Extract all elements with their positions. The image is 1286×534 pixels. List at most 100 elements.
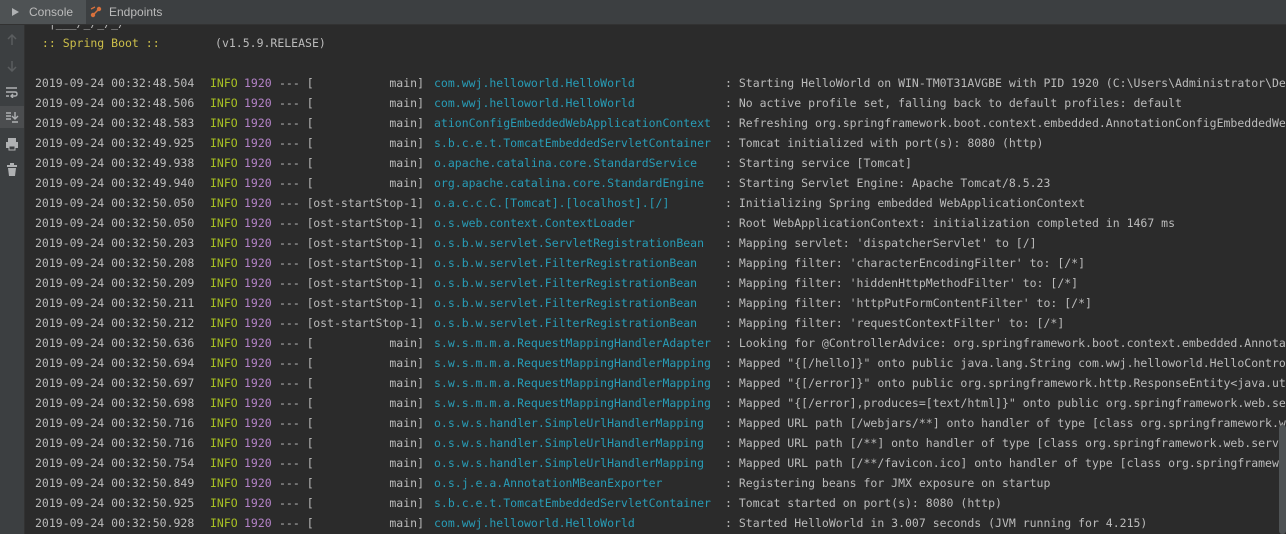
log-logger: o.s.b.w.servlet.FilterRegistrationBean (434, 316, 698, 330)
log-pid: 1920 (244, 456, 272, 470)
log-level: INFO (210, 456, 238, 470)
log-level: INFO (210, 356, 238, 370)
log-thread: ost-startStop-1] (313, 196, 424, 210)
log-level: INFO (210, 496, 238, 510)
log-timestamp: 2019-09-24 00:32:50.716 (35, 416, 195, 430)
log-logger: org.apache.catalina.core.StandardEngine (434, 176, 705, 190)
print-icon[interactable] (0, 133, 24, 155)
log-timestamp: 2019-09-24 00:32:50.716 (35, 436, 195, 450)
log-thread: main] (389, 416, 424, 430)
log-timestamp: 2019-09-24 00:32:50.928 (35, 516, 195, 530)
log-pid: 1920 (244, 136, 272, 150)
log-message: : Mapping filter: 'hiddenHttpMethodFilte… (725, 276, 1079, 290)
log-level: INFO (210, 96, 238, 110)
log-logger: o.s.w.s.handler.SimpleUrlHandlerMapping (434, 456, 705, 470)
tab-endpoints[interactable]: Endpoints (88, 0, 174, 24)
log-pid: 1920 (244, 496, 272, 510)
log-line: 2019-09-24 00:32:50.716 INFO 1920 --- [main… (25, 433, 1286, 453)
log-thread: main] (389, 176, 424, 190)
log-thread: main] (389, 516, 424, 530)
log-level: INFO (210, 256, 238, 270)
log-timestamp: 2019-09-24 00:32:50.754 (35, 456, 195, 470)
log-pid: 1920 (244, 256, 272, 270)
arrow-up-icon[interactable] (0, 29, 24, 51)
log-thread: main] (389, 116, 424, 130)
vertical-scrollbar[interactable] (1279, 425, 1286, 534)
log-line: 2019-09-24 00:32:50.050 INFO 1920 --- [ost-… (25, 193, 1286, 213)
log-timestamp: 2019-09-24 00:32:50.050 (35, 216, 195, 230)
log-line: 2019-09-24 00:32:50.698 INFO 1920 --- [main… (25, 393, 1286, 413)
log-pid: 1920 (244, 296, 272, 310)
log-message: : Root WebApplicationContext: initializa… (725, 216, 1176, 230)
tab-label: Console (29, 5, 74, 19)
log-thread: main] (389, 496, 424, 510)
log-message: : No active profile set, falling back to… (725, 96, 1182, 110)
log-level: INFO (210, 396, 238, 410)
log-message: : Mapped URL path [/**/favicon.ico] onto… (725, 456, 1286, 470)
log-logger: o.s.b.w.servlet.FilterRegistrationBean (434, 256, 698, 270)
log-level: INFO (210, 476, 238, 490)
log-timestamp: 2019-09-24 00:32:50.697 (35, 376, 195, 390)
log-thread: main] (389, 356, 424, 370)
tool-window-tab-bar: Console Endpoints (0, 0, 1286, 25)
log-message: : Registering beans for JMX exposure on … (725, 476, 1051, 490)
log-level: INFO (210, 316, 238, 330)
log-line: 2019-09-24 00:32:50.636 INFO 1920 --- [main… (25, 333, 1286, 353)
spring-boot-label: :: Spring Boot :: (35, 36, 167, 50)
log-timestamp: 2019-09-24 00:32:50.211 (35, 296, 195, 310)
log-thread: ost-startStop-1] (313, 316, 424, 330)
log-logger: o.s.w.s.handler.SimpleUrlHandlerMapping (434, 436, 705, 450)
log-pid: 1920 (244, 156, 272, 170)
log-logger: o.a.c.c.C.[Tomcat].[localhost].[/] (434, 196, 670, 210)
soft-wrap-icon[interactable] (0, 81, 24, 103)
log-message: : Tomcat started on port(s): 8080 (http) (725, 496, 1002, 510)
arrow-down-icon[interactable] (0, 55, 24, 77)
log-message: : Mapped "{[/hello]}" onto public java.l… (725, 356, 1286, 370)
log-line: 2019-09-24 00:32:50.697 INFO 1920 --- [main… (25, 373, 1286, 393)
log-thread: ost-startStop-1] (313, 296, 424, 310)
log-line: 2019-09-24 00:32:48.506 INFO 1920 --- [main… (25, 93, 1286, 113)
log-message: : Refreshing org.springframework.boot.co… (725, 116, 1286, 130)
log-pid: 1920 (244, 396, 272, 410)
log-pid: 1920 (244, 276, 272, 290)
trash-icon[interactable] (0, 159, 24, 181)
log-logger: o.s.b.w.servlet.FilterRegistrationBean (434, 276, 698, 290)
log-thread: main] (389, 456, 424, 470)
log-thread: ost-startStop-1] (313, 276, 424, 290)
log-timestamp: 2019-09-24 00:32:49.925 (35, 136, 195, 150)
log-logger: ationConfigEmbeddedWebApplicationContext (434, 116, 711, 130)
log-timestamp: 2019-09-24 00:32:48.583 (35, 116, 195, 130)
tab-console[interactable]: Console (0, 0, 86, 24)
log-thread: main] (389, 376, 424, 390)
log-logger: o.s.j.e.a.AnnotationMBeanExporter (434, 476, 663, 490)
log-logger: com.wwj.helloworld.HelloWorld (434, 76, 635, 90)
log-logger: s.w.s.m.m.a.RequestMappingHandlerMapping (434, 356, 711, 370)
console-output[interactable]: |___/_/_/_/ :: Spring Boot :: (v1.5.9.RE… (25, 25, 1286, 534)
log-logger: o.s.b.w.servlet.FilterRegistrationBean (434, 296, 698, 310)
log-level: INFO (210, 276, 238, 290)
log-timestamp: 2019-09-24 00:32:50.636 (35, 336, 195, 350)
log-message: : Mapping filter: 'httpPutFormContentFil… (725, 296, 1092, 310)
log-level: INFO (210, 136, 238, 150)
log-level: INFO (210, 436, 238, 450)
log-pid: 1920 (244, 436, 272, 450)
log-line: 2019-09-24 00:32:50.849 INFO 1920 --- [main… (25, 473, 1286, 493)
log-line: 2019-09-24 00:32:49.940 INFO 1920 --- [main… (25, 173, 1286, 193)
endpoints-icon (88, 4, 104, 20)
console-toolbar (0, 25, 25, 534)
log-line: 2019-09-24 00:32:50.716 INFO 1920 --- [main… (25, 413, 1286, 433)
log-line: 2019-09-24 00:32:50.925 INFO 1920 --- [main… (25, 493, 1286, 513)
scroll-to-end-icon[interactable] (0, 106, 24, 128)
log-pid: 1920 (244, 116, 272, 130)
log-thread: main] (389, 396, 424, 410)
spring-boot-banner: :: Spring Boot :: (v1.5.9.RELEASE) (35, 33, 326, 53)
log-line: 2019-09-24 00:32:49.938 INFO 1920 --- [main… (25, 153, 1286, 173)
log-level: INFO (210, 216, 238, 230)
log-logger: o.s.web.context.ContextLoader (434, 216, 635, 230)
log-thread: ost-startStop-1] (313, 216, 424, 230)
log-thread: main] (389, 76, 424, 90)
log-line: 2019-09-24 00:32:49.925 INFO 1920 --- [main… (25, 133, 1286, 153)
log-level: INFO (210, 116, 238, 130)
log-level: INFO (210, 156, 238, 170)
log-message: : Mapping filter: 'requestContextFilter'… (725, 316, 1065, 330)
